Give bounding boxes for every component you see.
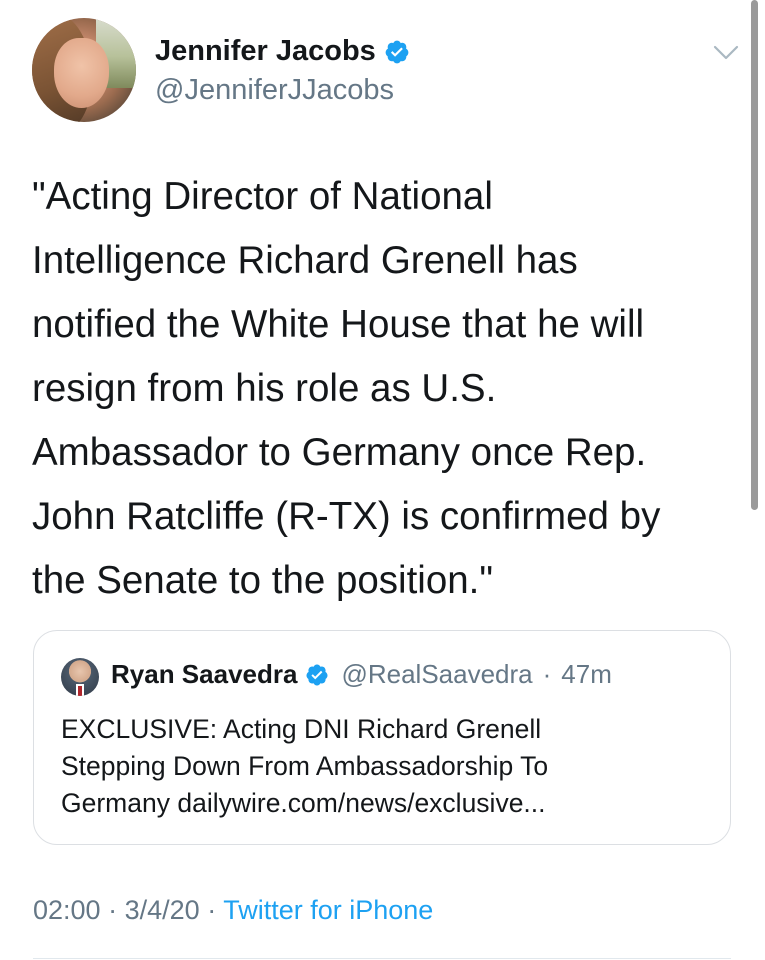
tweet-date[interactable]: 3/4/20	[125, 895, 200, 925]
scrollbar[interactable]	[751, 0, 758, 510]
quoted-age: 47m	[561, 659, 612, 689]
quoted-author-name: Ryan Saavedra	[111, 659, 298, 689]
divider	[33, 958, 731, 959]
verified-badge-icon	[306, 664, 328, 685]
verified-badge-icon	[385, 40, 409, 63]
metadata-separator: ·	[108, 895, 118, 925]
quoted-tweet[interactable]: Ryan Saavedra @RealSaavedra · 47m EXCLUS…	[33, 630, 731, 845]
metadata-separator: ·	[207, 895, 217, 925]
chevron-down-icon[interactable]	[713, 44, 739, 62]
avatar-tie	[78, 686, 82, 696]
tweet-header: Jennifer Jacobs @JenniferJJacobs	[32, 18, 745, 128]
quoted-separator: ·	[542, 659, 552, 689]
quoted-tweet-header: Ryan Saavedra @RealSaavedra · 47m	[111, 659, 612, 690]
author-name[interactable]: Jennifer Jacobs	[155, 35, 376, 68]
tweet-source-link[interactable]: Twitter for iPhone	[223, 895, 433, 925]
quoted-tweet-text: EXCLUSIVE: Acting DNI Richard Grenell St…	[61, 714, 549, 818]
tweet-metadata: 02:00 · 3/4/20 · Twitter for iPhone	[33, 895, 433, 926]
author-avatar[interactable]	[32, 18, 136, 122]
avatar-face	[54, 38, 109, 108]
author-handle[interactable]: @JenniferJJacobs	[155, 74, 394, 107]
quoted-author-avatar	[61, 658, 99, 696]
tweet-text: "Acting Director of National Intelligenc…	[32, 175, 661, 602]
tweet-time: 02:00	[33, 895, 101, 925]
quoted-author-handle: @RealSaavedra	[341, 659, 533, 689]
author-name-row: Jennifer Jacobs	[155, 35, 410, 68]
